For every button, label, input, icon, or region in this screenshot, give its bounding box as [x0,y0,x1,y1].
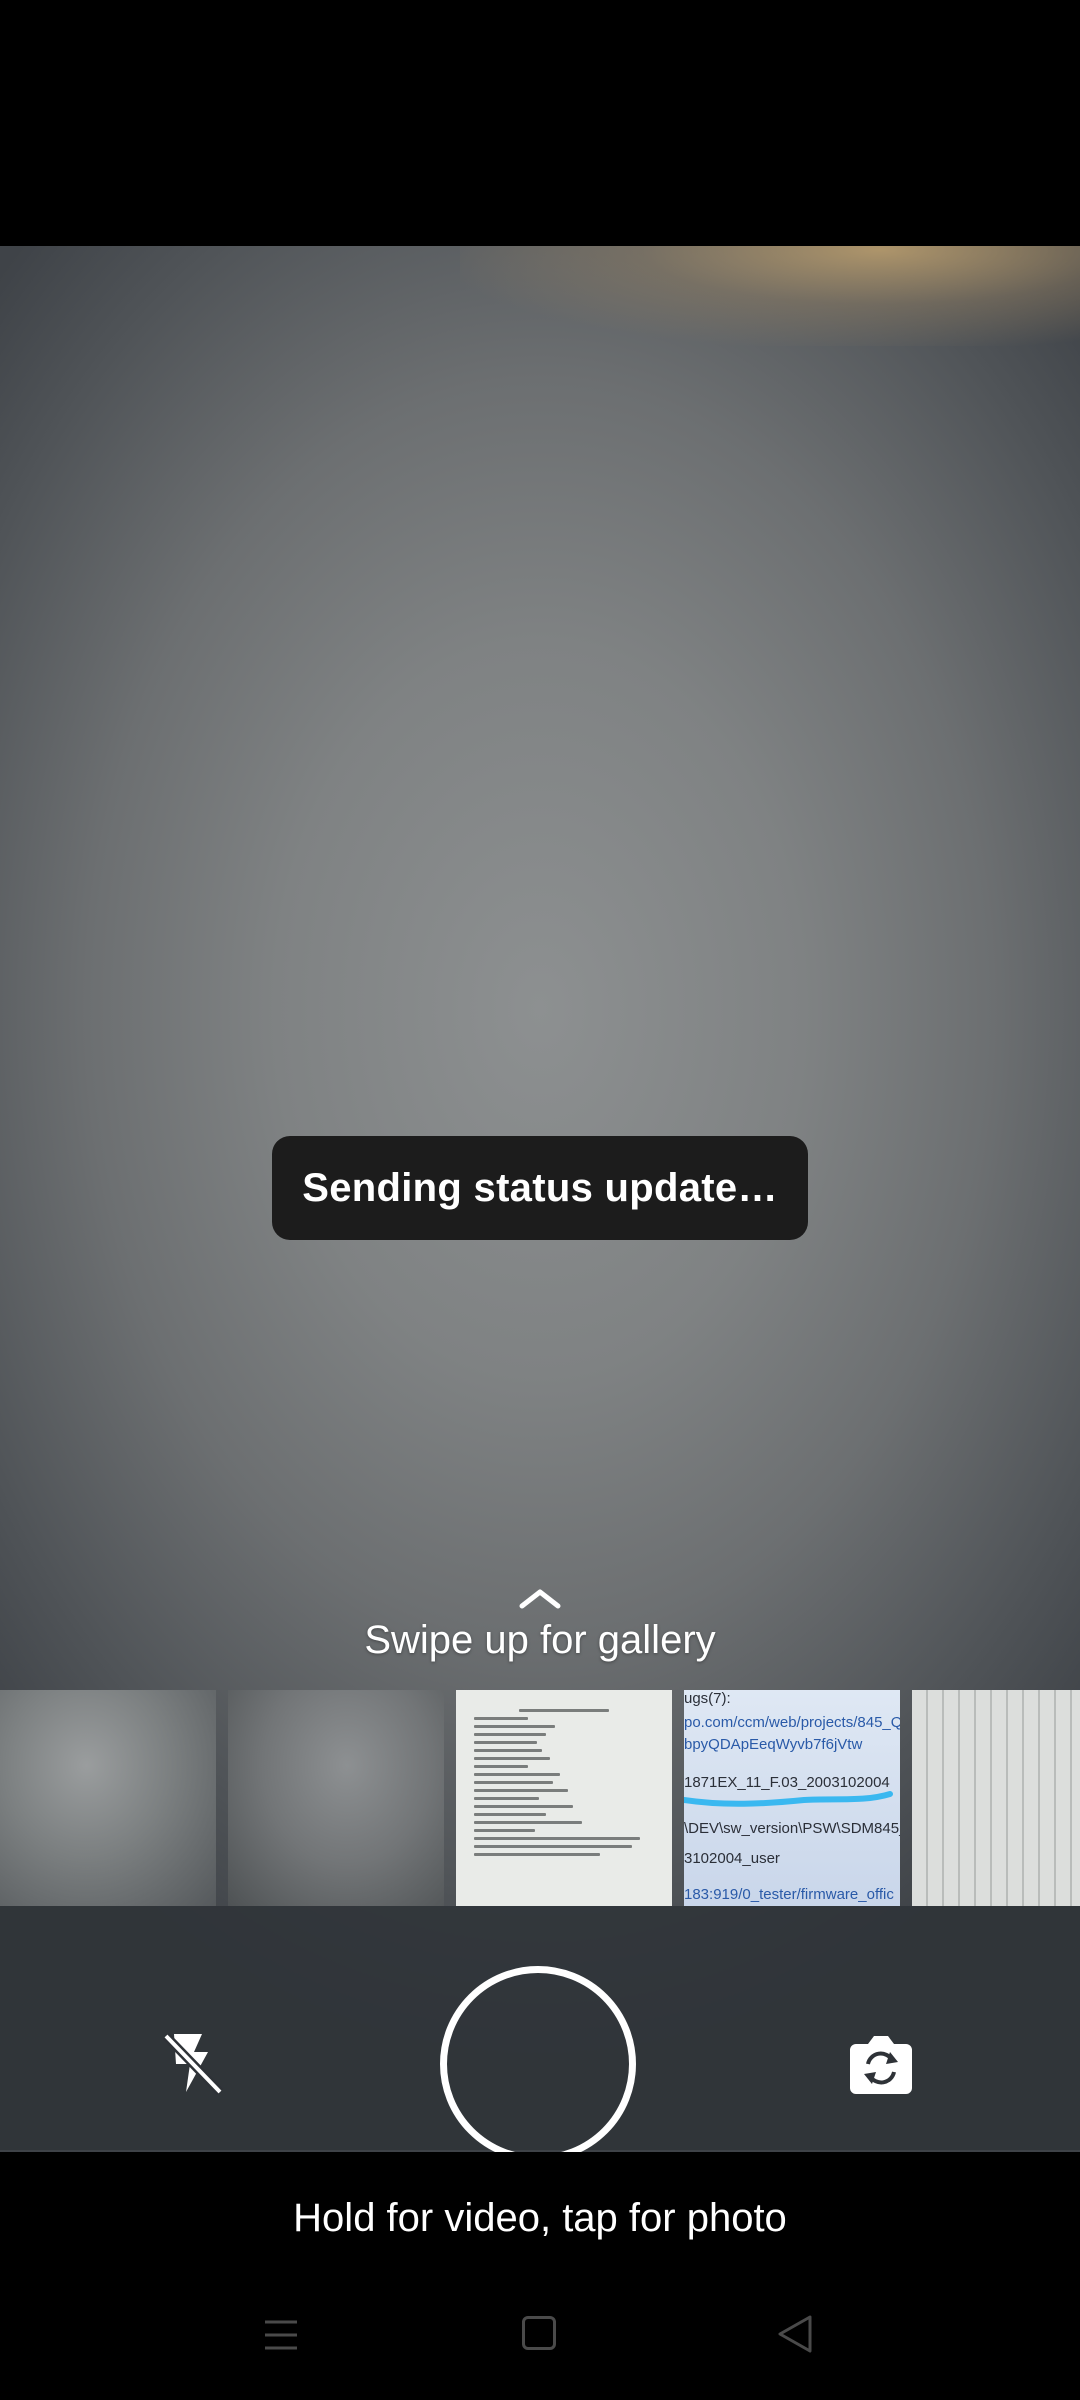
screen-text-line: bpyQDApEeqWyvb7f6jVtw [684,1736,863,1753]
gallery-thumbnail[interactable] [228,1690,444,1906]
document-text-lines [474,1704,654,1861]
switch-camera-icon[interactable] [846,2032,916,2096]
gallery-thumbnail[interactable] [912,1690,1080,1906]
back-icon[interactable] [776,2313,814,2355]
chevron-up-icon[interactable] [518,1586,562,1610]
shutter-button[interactable] [440,1966,636,2162]
flash-off-icon[interactable] [160,2028,226,2098]
gallery-thumbnail[interactable] [0,1690,216,1906]
gallery-strip[interactable]: ugs(7): po.com/ccm/web/projects/845_Q bp… [0,1690,1080,1906]
status-toast: Sending status update… [272,1136,808,1240]
status-bar [0,0,1080,246]
gallery-thumbnail[interactable] [456,1690,672,1906]
screen-text-line: 1871EX_11_F.03_2003102004 [684,1774,890,1791]
highlight-scribble [684,1791,893,1807]
gallery-swipe-hint: Swipe up for gallery [364,1618,716,1662]
capture-hint: Hold for video, tap for photo [293,2196,787,2240]
screen-text-line: 3102004_user [684,1850,780,1867]
screen-text-line: \DEV\sw_version\PSW\SDM845_ [684,1820,900,1837]
screen-text-line: 183:919/0_tester/firmware_offic [684,1886,894,1903]
home-icon[interactable] [522,2316,556,2350]
screen-text-line: po.com/ccm/web/projects/845_Q [684,1714,900,1731]
recent-apps-icon[interactable] [263,2318,299,2352]
bottom-area [0,2152,1080,2400]
viewfinder-light-glow [460,246,1080,346]
gallery-thumbnail[interactable]: ugs(7): po.com/ccm/web/projects/845_Q bp… [684,1690,900,1906]
toast-text: Sending status update… [302,1165,778,1210]
screen-text-line: ugs(7): [684,1690,731,1707]
